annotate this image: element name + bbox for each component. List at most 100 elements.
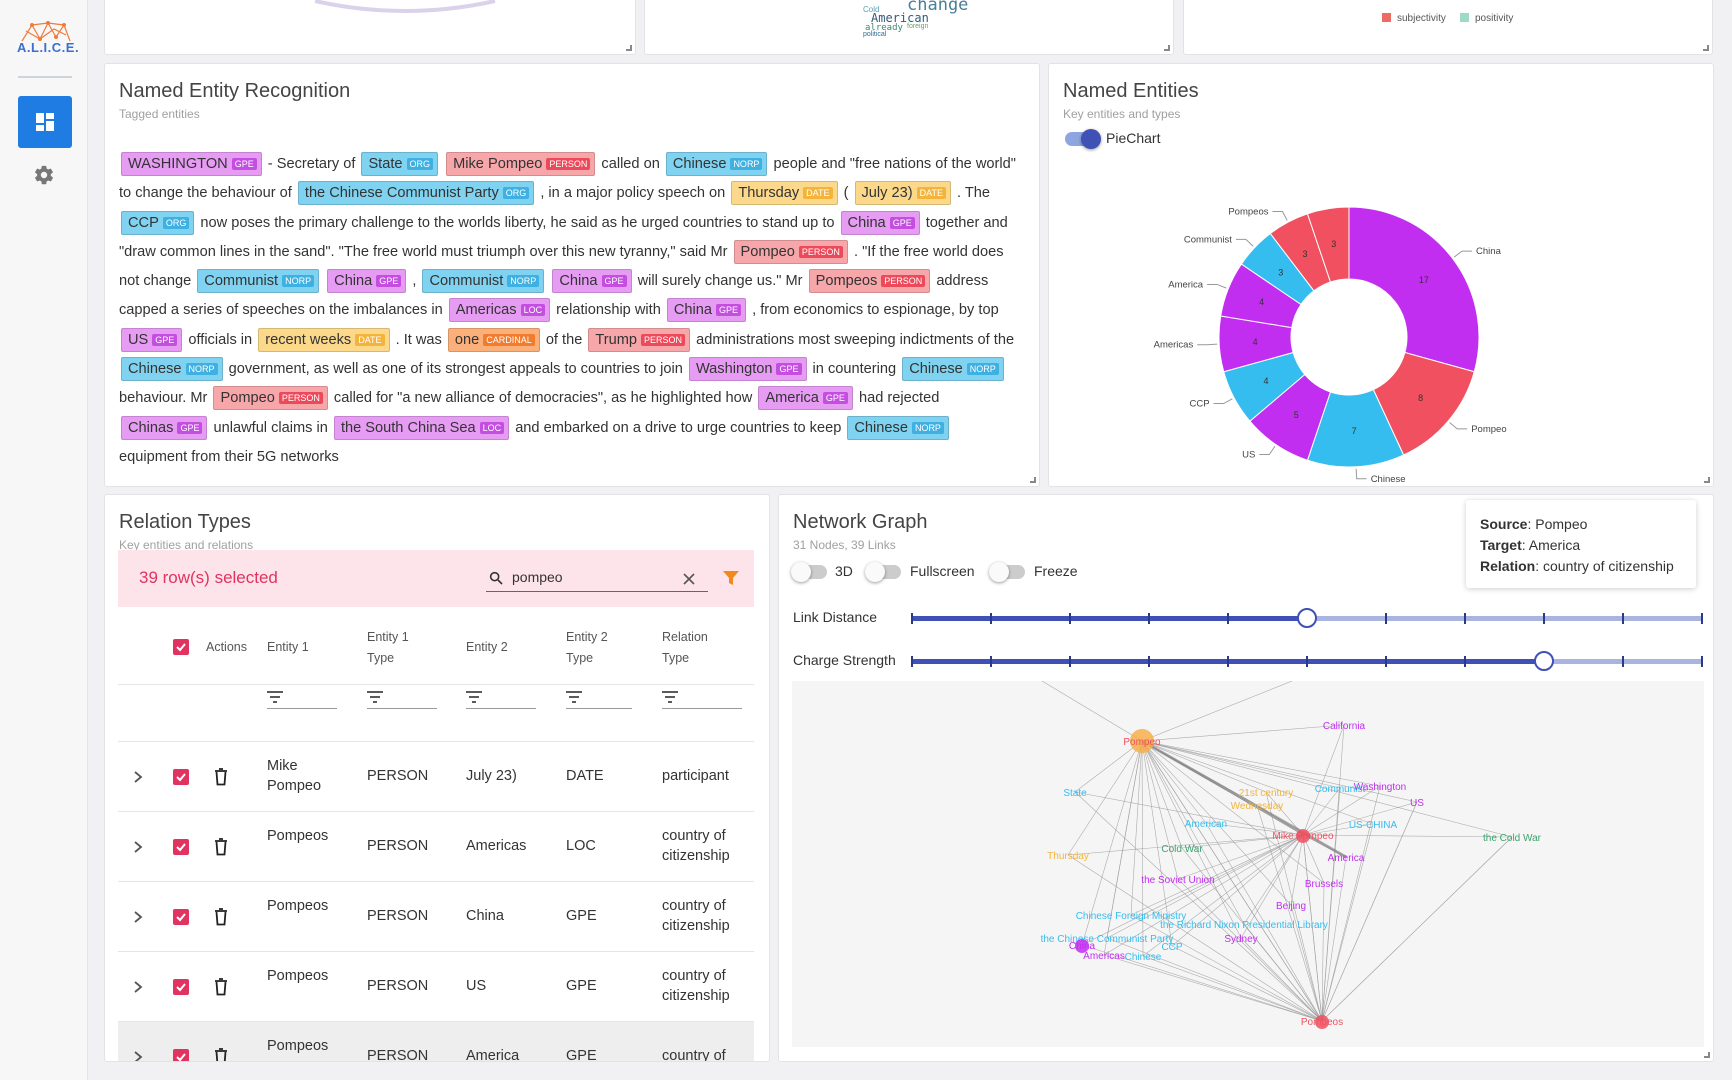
row-checkbox[interactable] xyxy=(173,909,189,925)
header-entity1-type[interactable]: Entity 1 Type xyxy=(367,627,427,669)
entity-loc[interactable]: Americas LOC xyxy=(448,298,551,323)
toggle-freeze[interactable] xyxy=(989,562,1025,582)
nav-dashboard[interactable] xyxy=(18,96,72,148)
graph-node-label[interactable]: Brussels xyxy=(1305,879,1343,890)
entity-norp[interactable]: Chinese NORP xyxy=(902,357,1004,382)
resize-handle[interactable] xyxy=(626,45,632,51)
graph-node-label[interactable]: State xyxy=(1063,788,1087,799)
graph-node-label[interactable]: Pompeo xyxy=(1123,737,1161,748)
entity-gpe[interactable]: Chinas GPE xyxy=(121,415,208,440)
graph-node-label[interactable]: Wednesday xyxy=(1231,801,1284,812)
entity-date[interactable]: July 23) DATE xyxy=(854,181,951,206)
select-all-checkbox[interactable] xyxy=(173,639,189,655)
entity-cardinal[interactable]: one CARDINAL xyxy=(447,327,540,352)
charge-strength-slider[interactable] xyxy=(911,651,1703,671)
slider-thumb[interactable] xyxy=(1297,608,1317,628)
graph-link[interactable] xyxy=(1141,740,1267,793)
header-entity2-type[interactable]: Entity 2 Type xyxy=(566,627,626,669)
graph-link[interactable] xyxy=(1141,724,1345,742)
filter-relation-type[interactable] xyxy=(662,691,742,709)
header-relation-type[interactable]: Relation Type xyxy=(662,627,722,669)
slider-thumb[interactable] xyxy=(1534,651,1554,671)
entity-person[interactable]: Mike Pompeo PERSON xyxy=(446,152,596,176)
delete-trash-icon[interactable] xyxy=(214,978,228,996)
entity-norp[interactable]: Chinese NORP xyxy=(121,357,223,382)
entity-gpe[interactable]: Washington GPE xyxy=(688,357,807,382)
table-search[interactable]: pompeo xyxy=(486,564,708,592)
graph-link[interactable] xyxy=(1130,740,1143,916)
graph-node-label[interactable]: American xyxy=(1185,819,1227,830)
entity-gpe[interactable]: China GPE xyxy=(840,210,920,235)
filter-entity2[interactable] xyxy=(466,691,536,709)
search-input[interactable]: pompeo xyxy=(512,569,563,585)
filter-entity2-type[interactable] xyxy=(566,691,632,709)
graph-link[interactable] xyxy=(1041,681,1143,742)
entity-norp[interactable]: Communist NORP xyxy=(422,269,545,294)
table-row[interactable]: Pompeos PERSON China GPE country of citizens… xyxy=(118,882,754,952)
settings-gear-icon[interactable] xyxy=(33,164,55,186)
row-checkbox[interactable] xyxy=(173,769,189,785)
expand-chevron-icon[interactable] xyxy=(133,1051,143,1062)
graph-link[interactable] xyxy=(1302,834,1513,838)
header-entity2[interactable]: Entity 2 xyxy=(466,637,508,658)
table-row[interactable]: Pompeos PERSON America GPE country of xyxy=(118,1022,754,1062)
graph-node-label[interactable]: CCP xyxy=(1161,942,1182,953)
expand-chevron-icon[interactable] xyxy=(133,911,143,923)
table-row[interactable]: Pompeos PERSON US GPE country of citizenship xyxy=(118,952,754,1022)
graph-node-label[interactable]: America xyxy=(1328,853,1365,864)
entity-norp[interactable]: Chinese NORP xyxy=(665,152,768,176)
expand-chevron-icon[interactable] xyxy=(133,841,143,853)
filter-entity1[interactable] xyxy=(267,691,337,709)
graph-link[interactable] xyxy=(1171,945,1323,1022)
resize-handle[interactable] xyxy=(1704,477,1710,483)
graph-link[interactable] xyxy=(1074,740,1143,793)
entity-org[interactable]: CCP ORG xyxy=(121,210,195,235)
filter-icon[interactable] xyxy=(722,569,740,587)
graph-node-label[interactable]: Americas xyxy=(1083,951,1125,962)
entity-loc[interactable]: the South China Sea LOC xyxy=(333,415,510,440)
row-checkbox[interactable] xyxy=(173,1049,189,1061)
graph-node-label[interactable]: the Richard Nixon Presidential Library xyxy=(1160,920,1328,931)
delete-trash-icon[interactable] xyxy=(214,1048,228,1062)
header-entity1[interactable]: Entity 1 xyxy=(267,637,309,658)
graph-node-label[interactable]: the Cold War xyxy=(1483,833,1542,844)
graph-link[interactable] xyxy=(1141,740,1183,849)
resize-handle[interactable] xyxy=(1030,477,1036,483)
graph-node-label[interactable]: Pompeos xyxy=(1301,1017,1343,1028)
graph-node-label[interactable]: Sydney xyxy=(1224,934,1257,945)
graph-node-label[interactable]: the Chinese Communist Party xyxy=(1041,934,1174,945)
graph-link[interactable] xyxy=(1141,681,1293,742)
graph-node-label[interactable]: Mike Pompeo xyxy=(1272,831,1334,842)
graph-link[interactable] xyxy=(1321,836,1513,1022)
entity-person[interactable]: Pompeos PERSON xyxy=(808,269,931,294)
resize-handle[interactable] xyxy=(1703,45,1709,51)
entity-gpe[interactable]: US GPE xyxy=(121,327,183,352)
toggle-3d[interactable] xyxy=(791,562,827,582)
entity-person[interactable]: Trump PERSON xyxy=(588,327,691,352)
row-checkbox[interactable] xyxy=(173,979,189,995)
graph-node-label[interactable]: Washington xyxy=(1354,782,1406,793)
table-row[interactable]: Pompeos PERSON Americas LOC country of citiz… xyxy=(118,812,754,882)
graph-node-label[interactable]: Thursday xyxy=(1047,851,1089,862)
graph-node-label[interactable]: 21st century xyxy=(1239,788,1293,799)
entity-person[interactable]: Pompeo PERSON xyxy=(213,386,328,411)
clear-search-icon[interactable] xyxy=(682,572,696,586)
entity-gpe[interactable]: China GPE xyxy=(666,298,747,323)
link-distance-slider[interactable] xyxy=(911,608,1703,628)
entity-gpe[interactable]: China GPE xyxy=(552,269,632,294)
table-row[interactable]: Mike Pompeo PERSON July 23) DATE participant xyxy=(118,742,754,812)
graph-link[interactable] xyxy=(1141,740,1179,880)
graph-node-label[interactable]: Chinese xyxy=(1125,952,1162,963)
row-checkbox[interactable] xyxy=(173,839,189,855)
graph-node-label[interactable]: Beijing xyxy=(1276,901,1306,912)
network-graph-canvas[interactable]: PompeoCaliforniaState 21st century Communi… xyxy=(792,681,1704,1047)
resize-handle[interactable] xyxy=(1164,45,1170,51)
graph-node-label[interactable]: California xyxy=(1323,721,1366,732)
delete-trash-icon[interactable] xyxy=(214,768,228,786)
entity-norp[interactable]: Communist NORP xyxy=(197,269,320,294)
pie-slice[interactable] xyxy=(1348,206,1480,373)
graph-link[interactable] xyxy=(1302,787,1341,836)
graph-node-label[interactable]: the Soviet Union xyxy=(1141,875,1214,886)
entity-gpe[interactable]: China GPE xyxy=(327,269,407,294)
graph-node-label[interactable]: Cold War xyxy=(1161,844,1203,855)
